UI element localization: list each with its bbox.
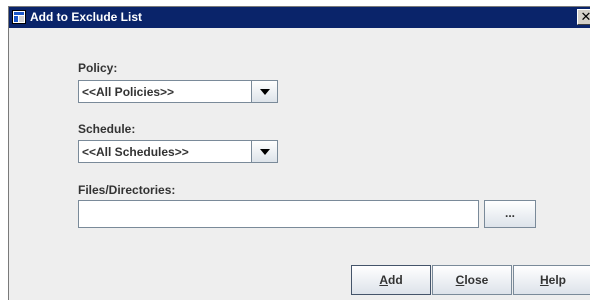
policy-selected-value: <<All Policies>> bbox=[82, 85, 175, 99]
close-window-button[interactable]: ✕ bbox=[577, 9, 590, 25]
policy-dropdown-button[interactable] bbox=[251, 81, 277, 102]
schedule-label: Schedule: bbox=[78, 122, 136, 136]
schedule-dropdown-button[interactable] bbox=[251, 141, 277, 162]
title-bar[interactable]: Add to Exclude List ✕ bbox=[9, 7, 590, 28]
add-button[interactable]: Add bbox=[351, 265, 431, 295]
policy-dropdown[interactable]: <<All Policies>> bbox=[78, 80, 278, 103]
close-button[interactable]: Close bbox=[432, 265, 512, 295]
schedule-dropdown[interactable]: <<All Schedules>> bbox=[78, 140, 278, 163]
close-icon: ✕ bbox=[581, 9, 590, 24]
files-directories-input[interactable] bbox=[78, 200, 479, 228]
chevron-down-icon bbox=[260, 89, 270, 95]
chevron-down-icon bbox=[260, 149, 270, 155]
window-title: Add to Exclude List bbox=[30, 10, 143, 24]
add-to-exclude-list-dialog: Add to Exclude List ✕ Policy: <<All Poli… bbox=[8, 6, 590, 300]
help-button[interactable]: Help bbox=[513, 265, 590, 295]
schedule-selected-value: <<All Schedules>> bbox=[82, 145, 189, 159]
app-window-icon bbox=[12, 10, 26, 24]
files-directories-label: Files/Directories: bbox=[78, 183, 176, 197]
policy-label: Policy: bbox=[78, 61, 118, 75]
browse-button[interactable]: ... bbox=[484, 200, 536, 228]
